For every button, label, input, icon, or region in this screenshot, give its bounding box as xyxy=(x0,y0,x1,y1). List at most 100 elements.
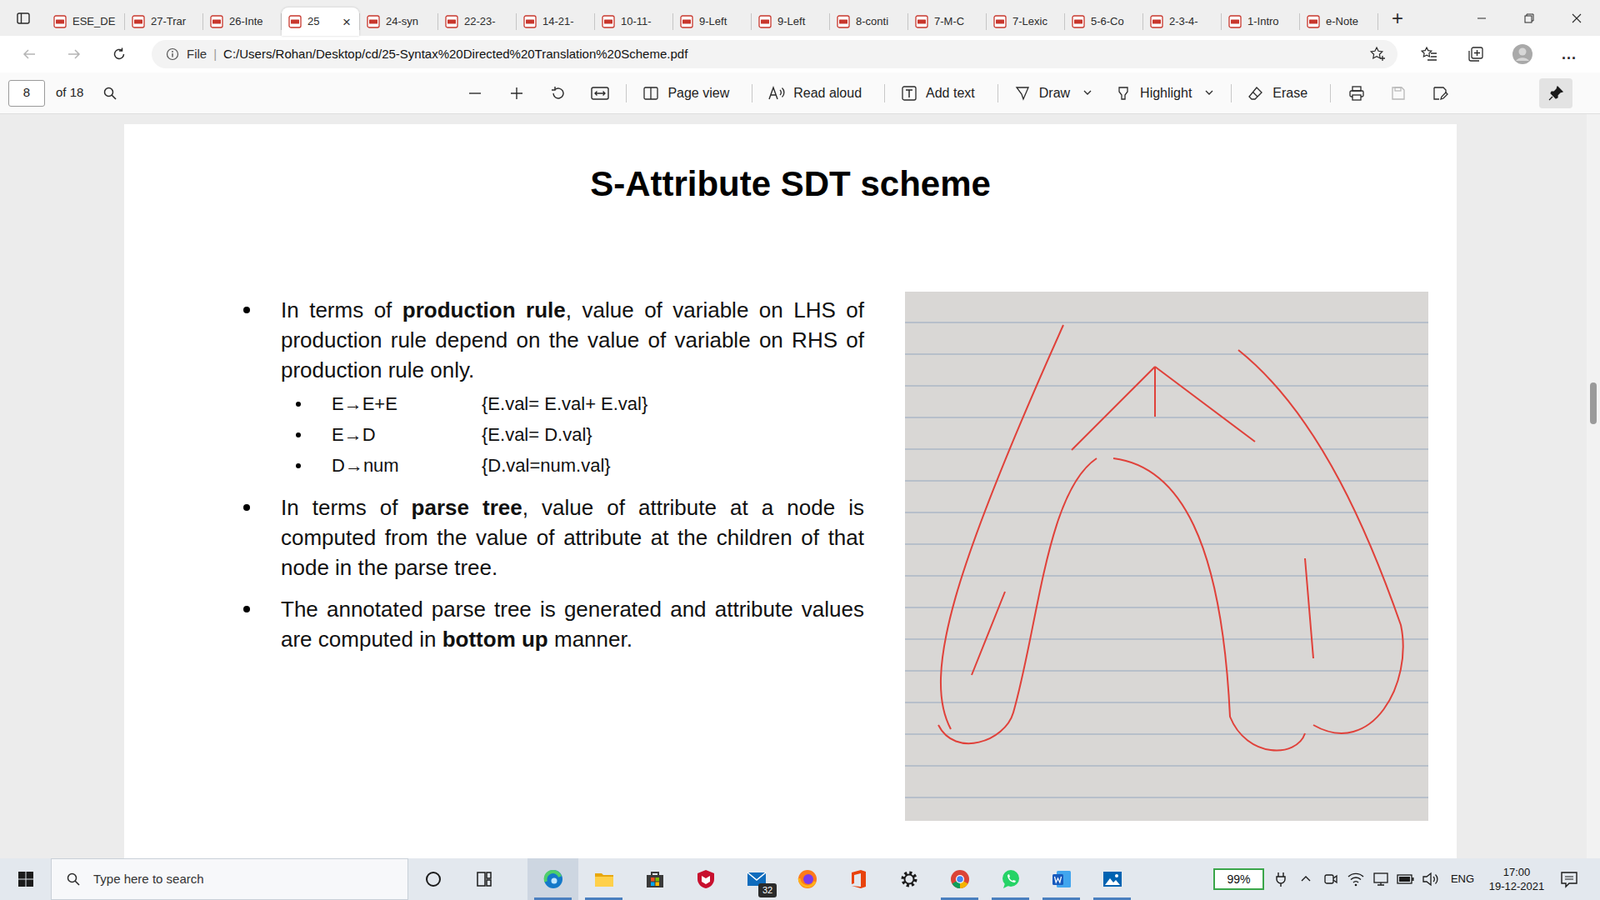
taskbar-search[interactable]: Type here to search xyxy=(50,858,409,900)
battery-icon[interactable] xyxy=(1393,858,1419,900)
cortana-icon[interactable] xyxy=(408,858,459,900)
tray-icons xyxy=(1268,858,1444,900)
tab[interactable]: 2-3-4- xyxy=(1143,7,1221,36)
zoom-out-icon[interactable] xyxy=(454,78,496,109)
input-language[interactable]: ENG xyxy=(1443,870,1482,888)
pdf-icon xyxy=(1306,15,1320,29)
tab[interactable]: 1-Intro xyxy=(1221,7,1300,36)
dropdown-chevron-icon[interactable] xyxy=(1082,87,1095,100)
wifi-icon[interactable] xyxy=(1343,858,1369,900)
tool-button[interactable]: Page view xyxy=(631,78,747,109)
tab-separator xyxy=(1299,13,1300,30)
pin-icon[interactable] xyxy=(1539,78,1573,109)
tab[interactable]: 27-Trar xyxy=(125,7,203,36)
taskbar-app[interactable] xyxy=(883,858,935,900)
tab[interactable]: 5-6-Co xyxy=(1065,7,1143,36)
taskbar-app[interactable] xyxy=(527,858,579,900)
tool-button[interactable]: Add text xyxy=(890,78,993,109)
meet-now-icon[interactable] xyxy=(1318,858,1344,900)
info-icon[interactable] xyxy=(165,46,180,62)
tab[interactable]: 9-Left xyxy=(751,7,830,36)
tool-button[interactable]: Draw xyxy=(1003,78,1105,109)
back-arrow-icon[interactable] xyxy=(6,37,52,71)
mail-badge: 32 xyxy=(758,883,777,898)
tab[interactable]: 8-conti xyxy=(830,7,908,36)
power-plug-icon[interactable] xyxy=(1268,858,1294,900)
rotate-icon[interactable] xyxy=(537,78,580,109)
search-placeholder: Type here to search xyxy=(93,870,205,890)
tab[interactable]: 9-Left xyxy=(673,7,751,36)
show-hidden-icons-icon[interactable] xyxy=(1293,858,1319,900)
taskbar-app[interactable]: 32 xyxy=(730,858,782,900)
tool-button[interactable]: Highlight xyxy=(1104,78,1226,109)
minimize-icon[interactable] xyxy=(1457,0,1505,36)
new-tab-button[interactable]: + xyxy=(1378,0,1417,36)
tool-button[interactable]: Read aloud xyxy=(757,78,880,109)
print-icon[interactable] xyxy=(1335,78,1378,109)
taskbar-app[interactable] xyxy=(781,858,833,900)
running-indicator xyxy=(788,897,826,900)
tab[interactable]: 26-Inte xyxy=(203,7,281,36)
tab-actions-icon[interactable] xyxy=(0,0,47,36)
tool-button[interactable]: Erase xyxy=(1236,78,1325,109)
system-tray: 99%ENG17:0019-12-2021 xyxy=(1213,858,1600,900)
tab[interactable]: 22-23- xyxy=(438,7,516,36)
forward-arrow-icon[interactable] xyxy=(51,37,97,71)
tab-close-button[interactable]: × xyxy=(340,15,353,30)
taskbar-app[interactable] xyxy=(1035,858,1087,900)
tab[interactable]: ESE_DE xyxy=(46,7,125,36)
scrollbar-thumb[interactable] xyxy=(1590,382,1597,425)
pdf-icon xyxy=(131,15,145,29)
tab[interactable]: 7-M-C xyxy=(908,7,986,36)
close-icon[interactable] xyxy=(1552,0,1600,36)
readaloud-icon xyxy=(767,84,786,103)
tab[interactable]: e-Note xyxy=(1300,7,1378,36)
collections-icon[interactable] xyxy=(1452,37,1500,71)
fit-to-width-icon[interactable] xyxy=(579,78,621,109)
volume-icon[interactable] xyxy=(1418,858,1444,900)
tab-label: ESE_DE xyxy=(72,15,115,29)
tab[interactable]: 7-Lexic xyxy=(986,7,1065,36)
tab[interactable]: 25× xyxy=(281,7,360,36)
tab[interactable]: 24-syn xyxy=(360,7,438,36)
taskbar-apps: 32 xyxy=(527,858,1138,900)
search-icon[interactable] xyxy=(95,78,125,109)
display-icon[interactable] xyxy=(1368,858,1394,900)
save-as-icon[interactable] xyxy=(1419,78,1461,109)
photos-icon xyxy=(1100,867,1125,891)
toolbar-separator xyxy=(625,84,627,103)
clock-date: 19-12-2021 xyxy=(1489,879,1545,894)
tab-label: 9-Left xyxy=(777,15,805,29)
tool-label: Add text xyxy=(925,83,975,104)
taskbar-app[interactable] xyxy=(680,858,731,900)
profile-icon[interactable] xyxy=(1499,37,1546,71)
refresh-icon[interactable] xyxy=(96,37,142,71)
running-indicator xyxy=(585,897,623,900)
more-menu-button[interactable]: ... xyxy=(1545,37,1593,71)
task-view-icon[interactable] xyxy=(458,858,510,900)
notification-icon[interactable] xyxy=(1551,858,1587,900)
tab[interactable]: 10-11- xyxy=(595,7,673,36)
page-number-input[interactable]: 8 xyxy=(8,80,45,107)
rule-dot xyxy=(295,463,301,469)
taskbar-app[interactable] xyxy=(1086,858,1138,900)
scrollbar[interactable] xyxy=(1586,114,1600,859)
favorites-icon[interactable] xyxy=(1405,37,1453,71)
taskbar-app[interactable] xyxy=(832,858,884,900)
address-field[interactable]: File|C:/Users/Rohan/Desktop/cd/25-Syntax… xyxy=(151,40,1398,69)
add-favorite-icon[interactable] xyxy=(1367,44,1388,65)
zoom-in-icon[interactable] xyxy=(495,78,538,109)
chrome-icon xyxy=(948,867,972,891)
bullet-text: The annotated parse tree is generated an… xyxy=(280,594,865,655)
clock[interactable]: 17:0019-12-2021 xyxy=(1481,865,1552,894)
taskbar-app[interactable] xyxy=(985,858,1036,900)
tab-label: 10-11- xyxy=(620,15,652,29)
rule-row: E→E+E{E.val= E.val+ E.val} xyxy=(225,388,865,420)
taskbar-app[interactable] xyxy=(934,858,985,900)
dropdown-chevron-icon[interactable] xyxy=(1204,87,1216,100)
taskbar-app[interactable] xyxy=(578,858,630,900)
windows-start-icon[interactable] xyxy=(0,858,51,900)
tab[interactable]: 14-21- xyxy=(516,7,595,36)
restore-icon[interactable] xyxy=(1505,0,1553,36)
taskbar-app[interactable] xyxy=(629,858,680,900)
